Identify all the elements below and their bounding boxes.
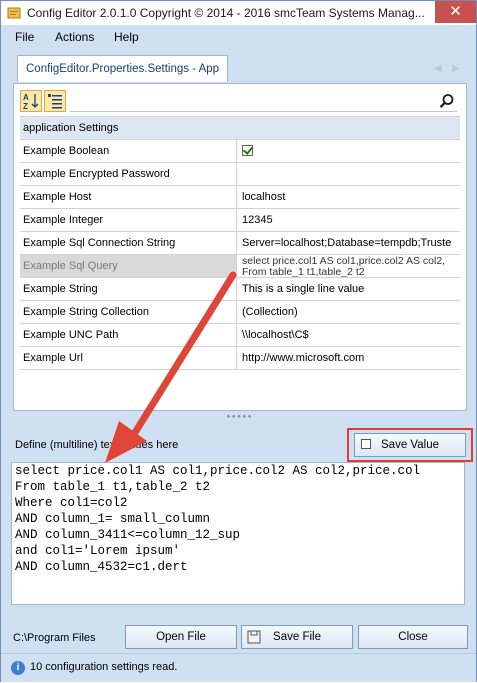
editor-line: From table_1 t1,table_2 t2 (15, 480, 211, 494)
property-name: Example UNC Path (20, 324, 237, 346)
tab-scroll-left-icon[interactable]: ◀ (434, 63, 442, 74)
property-grid-toolbar: A Z (20, 90, 460, 112)
menu-file[interactable]: File (15, 30, 34, 44)
categorized-list-icon (48, 94, 62, 109)
categorized-view-button[interactable] (44, 90, 66, 112)
editor-line: AND column_4532=c1.dert (15, 560, 188, 574)
editor-line: AND column_3411<=column_12_sup (15, 528, 241, 542)
multiline-value-editor[interactable]: select price.col1 AS col1,price.col2 AS … (11, 462, 465, 605)
save-file-label: Save File (273, 631, 321, 643)
tab-scroll-right-icon[interactable]: ▶ (452, 63, 460, 74)
property-row-selected[interactable]: Example Sql Query select price.col1 AS c… (20, 255, 460, 278)
title-bar: Config Editor 2.0.1.0 Copyright © 2014 -… (1, 1, 476, 25)
property-value-line: From table_1 t1,table_2 t2 (242, 266, 365, 278)
sort-alphabetical-button[interactable]: A Z (20, 90, 42, 112)
property-value[interactable]: \\localhost\C$ (238, 324, 460, 346)
property-value[interactable]: Server=localhost;Database=tempdb;Truste (238, 232, 460, 254)
status-bar: i 10 configuration settings read. (1, 653, 476, 682)
save-value-checkbox-icon (361, 439, 371, 449)
menu-help[interactable]: Help (114, 30, 139, 44)
settings-tabstrip: ConfigEditor.Properties.Settings - App ◀… (9, 55, 468, 83)
property-row[interactable]: Example Url http://www.microsoft.com (20, 347, 460, 370)
property-value[interactable]: localhost (238, 186, 460, 208)
property-row[interactable]: Example Sql Connection String Server=loc… (20, 232, 460, 255)
save-value-label: Save Value (381, 439, 439, 451)
property-name: Example Sql Query (20, 255, 237, 277)
category-header[interactable]: application Settings (20, 117, 460, 140)
property-name: Example Sql Connection String (20, 232, 237, 254)
property-value[interactable]: 12345 (238, 209, 460, 231)
app-window: Config Editor 2.0.1.0 Copyright © 2014 -… (0, 0, 477, 682)
property-row[interactable]: Example Boolean (20, 140, 460, 163)
menu-actions[interactable]: Actions (55, 30, 94, 44)
property-row[interactable]: Example Integer 12345 (20, 209, 460, 232)
tab-settings-app[interactable]: ConfigEditor.Properties.Settings - App (17, 55, 229, 82)
status-text: 10 configuration settings read. (30, 661, 178, 673)
property-value[interactable]: select price.col1 AS col1,price.col2 AS … (238, 255, 460, 278)
property-grid: application Settings Example Boolean Exa… (20, 116, 460, 370)
property-value[interactable]: This is a single line value (238, 278, 460, 300)
sort-az-icon: A Z (23, 93, 39, 111)
window-title: Config Editor 2.0.1.0 Copyright © 2014 -… (27, 6, 425, 20)
property-row[interactable]: Example String This is a single line val… (20, 278, 460, 301)
property-grid-panel: A Z application Settings Example Boolean… (13, 83, 467, 411)
property-name: Example Integer (20, 209, 237, 231)
info-icon: i (11, 661, 25, 675)
property-name: Example Encrypted Password (20, 163, 237, 185)
property-row[interactable]: Example Encrypted Password (20, 163, 460, 186)
property-value[interactable]: (Collection) (238, 301, 460, 323)
save-value-button[interactable]: Save Value (354, 433, 466, 457)
property-value[interactable] (238, 163, 460, 185)
property-search-input[interactable] (70, 91, 457, 112)
editor-line: and col1='Lorem ipsum' (15, 544, 181, 558)
save-file-button[interactable]: Save File (241, 625, 353, 649)
property-value[interactable]: http://www.microsoft.com (238, 347, 460, 369)
search-icon[interactable] (439, 93, 455, 109)
property-name: Example Url (20, 347, 237, 369)
editor-label: Define (multiline) text values here (15, 439, 179, 451)
property-row[interactable]: Example Host localhost (20, 186, 460, 209)
svg-text:A: A (23, 93, 29, 102)
splitter-handle[interactable]: ● ● ● ● ● (13, 413, 465, 421)
app-icon (7, 7, 21, 19)
editor-line: select price.col1 AS col1,price.col2 AS … (15, 464, 421, 478)
property-row[interactable]: Example UNC Path \\localhost\C$ (20, 324, 460, 347)
svg-text:Z: Z (23, 102, 28, 111)
window-close-button[interactable]: ✕ (435, 1, 476, 23)
property-name: Example Host (20, 186, 237, 208)
editor-line: AND column_1= small_column (15, 512, 211, 526)
close-button[interactable]: Close (358, 625, 468, 649)
config-path-label: C:\Program Files (13, 632, 96, 644)
boolean-checkbox[interactable] (242, 145, 253, 156)
property-value[interactable] (238, 140, 460, 162)
property-name: Example String (20, 278, 237, 300)
save-file-icon (247, 630, 261, 644)
menu-bar: File Actions Help (1, 25, 476, 49)
property-name: Example String Collection (20, 301, 237, 323)
open-file-button[interactable]: Open File (125, 625, 237, 649)
property-row[interactable]: Example String Collection (Collection) (20, 301, 460, 324)
editor-line: Where col1=col2 (15, 496, 128, 510)
property-name: Example Boolean (20, 140, 237, 162)
